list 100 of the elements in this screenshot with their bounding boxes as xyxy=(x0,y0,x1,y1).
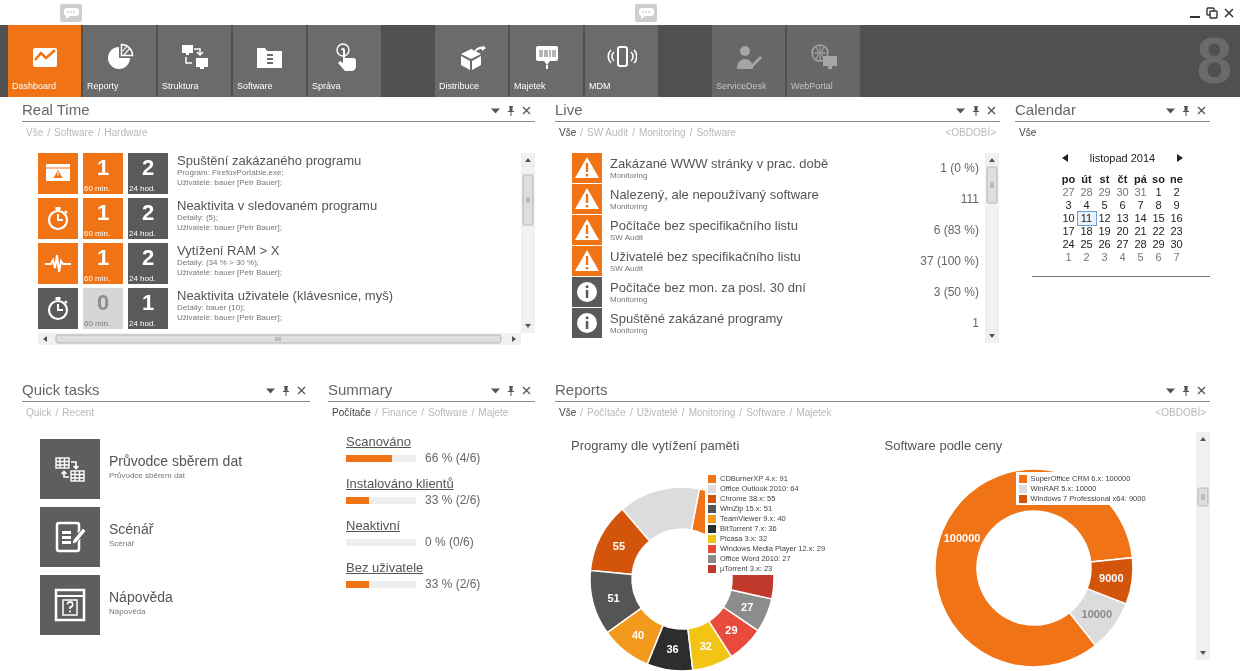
calendar-day[interactable]: 13 xyxy=(1113,211,1132,225)
calendar-day[interactable]: 10 xyxy=(1059,211,1078,225)
calendar-day[interactable]: 15 xyxy=(1149,211,1168,225)
toolbar-tab[interactable]: Správa xyxy=(308,25,381,97)
calendar-day[interactable]: 2 xyxy=(1077,250,1096,264)
close-icon[interactable] xyxy=(987,106,996,115)
toolbar-tab[interactable]: Software xyxy=(233,25,306,97)
calendar-day[interactable]: 22 xyxy=(1149,224,1168,238)
slice-label: 36 xyxy=(666,643,679,656)
calendar-day[interactable]: 11 xyxy=(1077,211,1096,225)
caret-icon[interactable] xyxy=(491,106,500,115)
caret-icon[interactable] xyxy=(266,386,275,395)
toolbar-tab[interactable]: Struktura xyxy=(158,25,231,97)
task-title[interactable]: Nápověda xyxy=(109,589,173,606)
calendar-day[interactable]: 6 xyxy=(1149,250,1168,264)
live-item-value: 1 xyxy=(972,315,979,332)
vertical-scrollbar[interactable] xyxy=(985,153,999,343)
calendar-day[interactable]: 5 xyxy=(1095,198,1114,212)
summary-link[interactable]: Bez uživatele xyxy=(346,560,424,575)
calendar-day[interactable]: 23 xyxy=(1167,224,1186,238)
panel-title: Live xyxy=(555,100,583,121)
calendar-day[interactable]: 19 xyxy=(1095,224,1114,238)
tables-arrows-icon[interactable] xyxy=(40,439,100,499)
previous-month-icon[interactable] xyxy=(1061,154,1068,163)
close-icon[interactable] xyxy=(297,386,306,395)
edit-document-icon[interactable] xyxy=(40,507,100,567)
calendar-day[interactable]: 30 xyxy=(1167,237,1186,251)
next-month-icon[interactable] xyxy=(1177,154,1184,163)
calendar-day[interactable]: 1 xyxy=(1149,185,1168,199)
calendar-day[interactable]: 7 xyxy=(1131,198,1150,212)
alert-title: Spuštění zakázaného programu xyxy=(177,153,362,168)
calendar-day[interactable]: 2 xyxy=(1167,185,1186,199)
calendar-day[interactable]: 27 xyxy=(1059,185,1078,199)
calendar-day[interactable]: 6 xyxy=(1113,198,1132,212)
help-window-icon[interactable] xyxy=(40,575,100,635)
live-item-title: Uživatelé bez specifikačního listu xyxy=(610,248,801,264)
summary-link[interactable]: Instalováno klientů xyxy=(346,476,454,491)
calendar-day[interactable]: 25 xyxy=(1077,237,1096,251)
pin-icon[interactable] xyxy=(1182,105,1190,116)
calendar-day[interactable]: 17 xyxy=(1059,224,1078,238)
calendar-day[interactable]: 4 xyxy=(1077,198,1096,212)
calendar-day[interactable]: 16 xyxy=(1167,211,1186,225)
calendar-day[interactable]: 31 xyxy=(1131,185,1150,199)
close-icon[interactable] xyxy=(522,106,531,115)
toolbar-tab[interactable]: Distribuce xyxy=(435,25,508,97)
close-icon[interactable] xyxy=(1197,386,1206,395)
toolbar-tab[interactable]: Reporty xyxy=(83,25,156,97)
restore-icon[interactable] xyxy=(1206,6,1218,19)
caret-icon[interactable] xyxy=(956,106,965,115)
calendar-day[interactable]: 5 xyxy=(1131,250,1150,264)
panel-title: Calendar xyxy=(1015,100,1076,121)
pin-icon[interactable] xyxy=(507,105,515,116)
calendar-day[interactable]: 4 xyxy=(1113,250,1132,264)
calendar-day[interactable]: 14 xyxy=(1131,211,1150,225)
filter-link[interactable]: Vše xyxy=(1019,124,1037,140)
pin-icon[interactable] xyxy=(507,385,515,396)
calendar-day[interactable]: 24 xyxy=(1059,237,1078,251)
calendar-day[interactable]: 3 xyxy=(1059,198,1078,212)
count-value: 1 xyxy=(141,290,155,316)
calendar-day[interactable]: 21 xyxy=(1131,224,1150,238)
task-title[interactable]: Scénář xyxy=(109,521,154,538)
calendar-day[interactable]: 27 xyxy=(1113,237,1132,251)
calendar-day[interactable]: 28 xyxy=(1131,237,1150,251)
calendar-day[interactable]: 12 xyxy=(1095,211,1114,225)
close-icon[interactable] xyxy=(522,386,531,395)
caret-icon[interactable] xyxy=(491,386,500,395)
calendar-day[interactable]: 3 xyxy=(1095,250,1114,264)
toolbar-tab[interactable]: Majetek xyxy=(510,25,583,97)
calendar-day[interactable]: 29 xyxy=(1149,237,1168,251)
slice-label: 40 xyxy=(631,628,645,641)
calendar-day[interactable]: 30 xyxy=(1113,185,1132,199)
calendar-day[interactable]: 1 xyxy=(1059,250,1078,264)
calendar-day[interactable]: 18 xyxy=(1077,224,1096,238)
caret-icon[interactable] xyxy=(1166,386,1175,395)
live-item-value: 3 (50 %) xyxy=(933,284,979,301)
close-icon[interactable] xyxy=(1197,106,1206,115)
filter-link[interactable]: Vše xyxy=(559,404,577,420)
summary-link[interactable]: Neaktivní xyxy=(346,518,401,533)
close-icon[interactable] xyxy=(1224,7,1234,18)
calendar-day[interactable]: 9 xyxy=(1167,198,1186,212)
caret-icon[interactable] xyxy=(1166,106,1175,115)
calendar-day[interactable]: 8 xyxy=(1149,198,1168,212)
toolbar-tab[interactable]: MDM xyxy=(585,25,658,97)
calendar-day[interactable]: 20 xyxy=(1113,224,1132,238)
pin-icon[interactable] xyxy=(282,385,290,396)
pin-icon[interactable] xyxy=(1182,385,1190,396)
filter-link[interactable]: Vše xyxy=(559,124,577,140)
calendar-day[interactable]: 26 xyxy=(1095,237,1114,251)
vertical-scrollbar[interactable] xyxy=(521,153,535,333)
calendar-day[interactable]: 29 xyxy=(1095,185,1114,199)
count-period: 24 hod. xyxy=(128,319,156,329)
calendar-day[interactable]: 28 xyxy=(1077,185,1096,199)
vertical-scrollbar[interactable] xyxy=(1196,432,1210,660)
count-value: 0 xyxy=(96,290,110,316)
pin-icon[interactable] xyxy=(972,105,980,116)
calendar-day[interactable]: 7 xyxy=(1167,250,1186,264)
horizontal-scrollbar[interactable] xyxy=(38,333,521,345)
task-title[interactable]: Průvodce sběrem dat xyxy=(109,453,243,470)
filter-link[interactable]: Počítače xyxy=(332,404,371,420)
summary-link[interactable]: Scanováno xyxy=(346,434,412,449)
